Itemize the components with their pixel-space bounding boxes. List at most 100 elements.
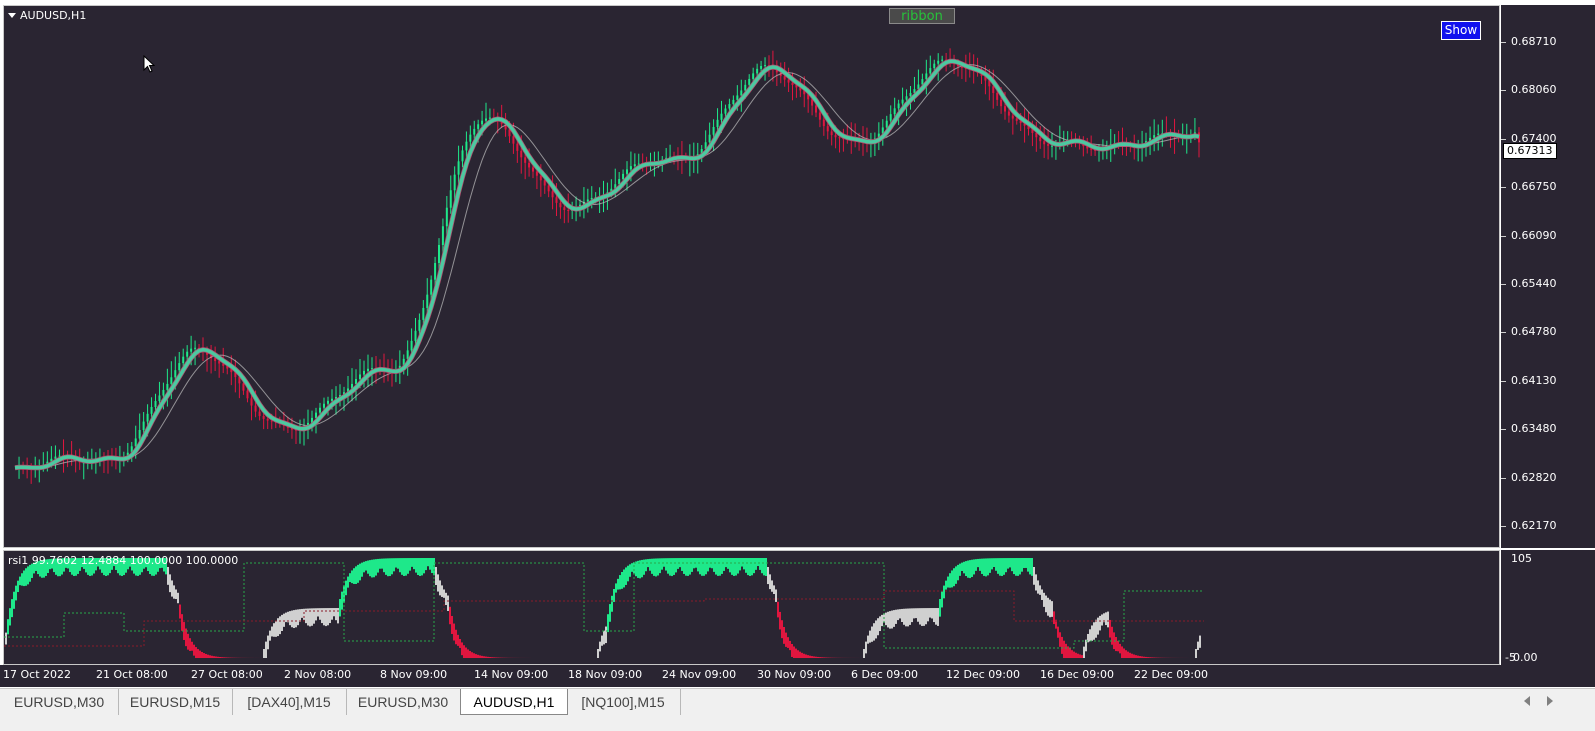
candle-body — [162, 389, 165, 396]
candle-body — [712, 126, 715, 135]
candle-body — [481, 120, 484, 125]
candle-body — [744, 84, 747, 91]
price-scale[interactable]: 0.68710 0.68060 0.67400 0.66750 0.66090 0.654… — [1501, 5, 1595, 548]
candle-body — [190, 348, 193, 352]
collapse-arrow-icon[interactable] — [8, 13, 16, 18]
candle-body — [528, 162, 531, 168]
candle-body — [539, 175, 542, 181]
candle-body — [543, 180, 546, 186]
candle-body — [449, 190, 452, 208]
candle-body — [434, 263, 437, 280]
candle-body — [629, 166, 632, 170]
scroll-right-icon[interactable] — [1547, 696, 1553, 706]
candle-body — [764, 65, 767, 67]
show-button[interactable]: Show — [1441, 21, 1481, 40]
time-label: 16 Dec 09:00 — [1040, 668, 1114, 681]
candle-body — [905, 96, 908, 100]
candle-body — [182, 356, 185, 364]
rsi-scale-top: 105 — [1511, 552, 1532, 565]
chart-tab[interactable]: [NQ100],M15 — [566, 689, 681, 715]
rsi-scale[interactable]: 105 -5 0.00 — [1501, 550, 1595, 665]
chart-tab[interactable]: EURUSD,M15 — [118, 689, 233, 715]
candle-body — [258, 411, 261, 417]
time-label: 18 Nov 09:00 — [568, 668, 643, 681]
candle-body — [170, 377, 173, 384]
scroll-left-icon[interactable] — [1524, 696, 1530, 706]
rsi-indicator-pane[interactable]: rsi1 99.7602 12.4884 100.0000 100.0000 — [3, 550, 1500, 665]
chart-tab[interactable]: [DAX40],M15 — [232, 689, 347, 715]
candle-body — [752, 73, 755, 79]
candle-body — [893, 108, 896, 115]
candle-body — [138, 429, 141, 439]
candle-body — [319, 407, 321, 413]
candle-body — [465, 141, 468, 151]
candle-body — [422, 307, 425, 320]
symbol-title[interactable]: AUDUSD,H1 — [8, 9, 86, 22]
candle-body — [1004, 106, 1006, 112]
candle-body — [929, 68, 932, 74]
candle-body — [815, 105, 817, 113]
candle-body — [254, 405, 257, 412]
price-label: 0.62820 — [1511, 470, 1557, 484]
price-tick — [1501, 187, 1506, 189]
candle-body — [909, 92, 912, 97]
candle-body — [178, 363, 181, 371]
candle-body — [633, 164, 636, 167]
candle-body — [756, 68, 759, 74]
candle-body — [921, 79, 924, 85]
price-label: 0.64130 — [1511, 373, 1557, 387]
candle-body — [146, 413, 149, 422]
candle-body — [783, 76, 786, 80]
chart-tab[interactable]: EURUSD,M30 — [0, 689, 119, 715]
price-tick — [1501, 235, 1506, 237]
candle-body — [567, 210, 570, 212]
mouse-cursor-icon — [143, 54, 156, 76]
candle-body — [818, 112, 821, 120]
time-label: 21 Oct 08:00 — [96, 668, 168, 681]
time-label: 17 Oct 2022 — [3, 668, 72, 681]
chart-tab[interactable]: AUDUSD,H1 — [460, 689, 568, 715]
candle-body — [453, 174, 456, 191]
candle-body — [154, 401, 157, 407]
candle-body — [941, 59, 944, 61]
candle-body — [535, 171, 538, 176]
candle-body — [838, 137, 841, 139]
candle-body — [740, 90, 743, 96]
ribbon-button[interactable]: ribbon — [889, 8, 955, 24]
time-label: 27 Oct 08:00 — [191, 668, 263, 681]
candle-body — [716, 119, 719, 127]
candle-body — [363, 370, 365, 375]
candle-body — [524, 157, 527, 163]
rsi-chart — [4, 558, 1204, 658]
candle-body — [532, 167, 534, 172]
price-label: 0.66090 — [1511, 228, 1557, 242]
candle-body — [787, 79, 790, 83]
candle-body — [250, 398, 253, 406]
candle-body — [897, 103, 900, 109]
candle-body — [728, 104, 731, 109]
candle-body — [760, 65, 763, 69]
candle-body — [174, 370, 177, 378]
price-chart-pane[interactable]: AUDUSD,H1 ribbon Show — [3, 5, 1500, 548]
price-tick — [1501, 332, 1506, 334]
candle-body — [473, 128, 476, 135]
chart-window[interactable]: AUDUSD,H1 ribbon Show 0.68710 0.68060 0.67… — [0, 0, 1595, 700]
price-label: 0.63480 — [1511, 422, 1557, 436]
candle-body — [426, 294, 429, 308]
time-axis[interactable]: 17 Oct 2022 21 Oct 08:00 27 Oct 08:00 2 Nov… — [0, 665, 1595, 687]
candle-body — [488, 117, 491, 119]
candle-body — [736, 95, 739, 100]
price-label: 0.64780 — [1511, 325, 1557, 339]
candle-body — [520, 150, 523, 158]
price-chart[interactable] — [4, 6, 1499, 547]
candle-body — [461, 150, 464, 162]
candle-body — [469, 134, 472, 142]
candle-body — [194, 347, 197, 349]
candle-body — [242, 383, 245, 391]
candle-body — [551, 191, 554, 198]
chart-tab[interactable]: EURUSD,M30 — [346, 689, 461, 715]
candle-body — [54, 456, 57, 459]
candle-body — [1015, 118, 1018, 121]
candle-body — [748, 78, 751, 85]
time-label: 24 Nov 09:00 — [662, 668, 737, 681]
